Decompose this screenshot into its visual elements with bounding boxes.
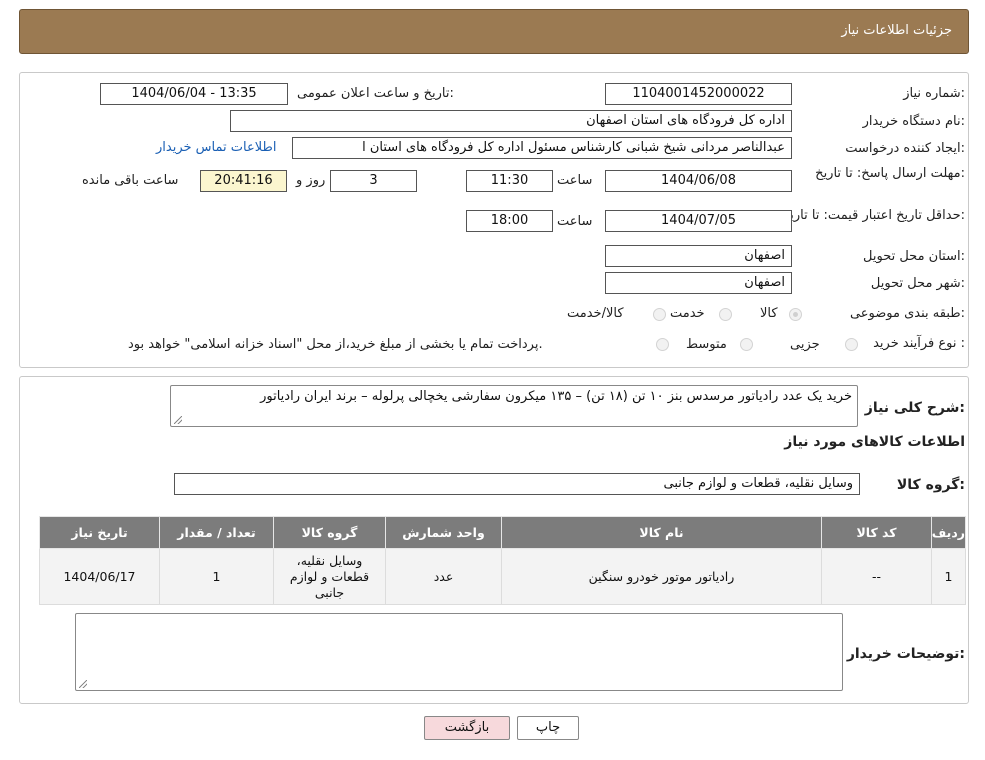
- requester-field: عبدالناصر مردانی شیخ شبانی کارشناس مسئول…: [292, 137, 792, 159]
- resize-grip-icon[interactable]: [79, 680, 87, 688]
- need-number-label: شماره نیاز:: [903, 86, 965, 101]
- cell-row-number: 1: [931, 548, 966, 605]
- category-label: طبقه بندی موضوعی:: [849, 306, 965, 321]
- contact-info-link[interactable]: اطلاعات تماس خریدار: [156, 140, 276, 155]
- category-option-goods: کالا: [760, 306, 778, 321]
- description-text: خرید یک عدد رادیاتور مرسدس بنز ۱۰ تن (۱۸…: [260, 389, 852, 404]
- col-header-name: نام کالا: [501, 516, 822, 549]
- announce-field: 1404/06/04 - 13:35: [100, 83, 288, 105]
- category-radio-both[interactable]: [653, 308, 666, 321]
- col-header-date: تاریخ نیاز: [39, 516, 160, 549]
- buyer-org-field: اداره کل فرودگاه های استان اصفهان: [230, 110, 792, 132]
- deadline-time-field: 11:30: [466, 170, 553, 192]
- city-label: شهر محل تحویل:: [870, 276, 965, 291]
- description-field: خرید یک عدد رادیاتور مرسدس بنز ۱۰ تن (۱۸…: [170, 385, 858, 427]
- days-field: 3: [330, 170, 417, 192]
- resize-grip-icon[interactable]: [174, 416, 182, 424]
- cell-group: وسایل نقلیه، قطعات و لوازم جانبی: [273, 548, 386, 605]
- deadline-date-field: 1404/06/08: [605, 170, 792, 192]
- remaining-label: ساعت باقی مانده: [82, 173, 179, 188]
- deadline-label: مهلت ارسال پاسخ: تا تاریخ:: [815, 166, 965, 181]
- cell-unit: عدد: [385, 548, 502, 605]
- city-field: اصفهان: [605, 272, 792, 294]
- goods-table-wrap: ردیف کد کالا نام کالا واحد شمارش گروه کا…: [39, 516, 966, 605]
- category-radio-service[interactable]: [719, 308, 732, 321]
- days-label: روز و: [296, 173, 326, 188]
- cell-quantity: 1: [159, 548, 274, 605]
- purchase-note: پرداخت تمام یا بخشی از مبلغ خرید،از محل …: [128, 337, 543, 352]
- category-option-both: کالا/خدمت: [567, 306, 624, 321]
- col-header-group: گروه کالا: [273, 516, 386, 549]
- col-header-code: کد کالا: [821, 516, 932, 549]
- buyer-notes-label: توضیحات خریدار:: [846, 646, 965, 662]
- purchase-option-medium: متوسط: [686, 337, 727, 352]
- purchase-radio-medium[interactable]: [740, 338, 753, 351]
- goods-group-label: گروه کالا:: [896, 477, 965, 493]
- buyer-notes-field[interactable]: [75, 613, 843, 691]
- goods-table: ردیف کد کالا نام کالا واحد شمارش گروه کا…: [39, 516, 966, 605]
- table-header-row: ردیف کد کالا نام کالا واحد شمارش گروه کا…: [39, 516, 966, 549]
- validity-date-field: 1404/07/05: [605, 210, 792, 232]
- page-title: جزئیات اطلاعات نیاز: [841, 23, 952, 38]
- col-header-quantity: تعداد / مقدار: [159, 516, 274, 549]
- province-field: اصفهان: [605, 245, 792, 267]
- purchase-radio-minor[interactable]: [845, 338, 858, 351]
- purchase-radio-treasury[interactable]: [656, 338, 669, 351]
- col-header-unit: واحد شمارش: [385, 516, 502, 549]
- validity-time-label: ساعت: [557, 214, 593, 229]
- back-button[interactable]: بازگشت: [424, 716, 510, 740]
- deadline-time-label: ساعت: [557, 173, 593, 188]
- cell-code: --: [821, 548, 932, 605]
- category-radio-goods[interactable]: [789, 308, 802, 321]
- validity-label: حداقل تاریخ اعتبار قیمت: تا تاریخ:: [781, 208, 965, 223]
- need-number-field: 1104001452000022: [605, 83, 792, 105]
- remaining-time-field: 20:41:16: [200, 170, 287, 192]
- purchase-option-minor: جزیی: [790, 337, 820, 352]
- description-label: شرح کلی نیاز:: [864, 400, 965, 416]
- table-row: 1 -- رادیاتور موتور خودرو سنگین عدد وسای…: [39, 548, 966, 605]
- cell-name: رادیاتور موتور خودرو سنگین: [501, 548, 822, 605]
- cell-date: 1404/06/17: [39, 548, 160, 605]
- purchase-type-label: نوع فرآیند خرید :: [873, 336, 965, 351]
- validity-time-field: 18:00: [466, 210, 553, 232]
- buyer-org-label: نام دستگاه خریدار:: [862, 114, 965, 129]
- category-option-service: خدمت: [670, 306, 705, 321]
- goods-info-title: اطلاعات کالاهای مورد نیاز: [784, 434, 965, 450]
- page-header: جزئیات اطلاعات نیاز: [19, 9, 969, 54]
- goods-group-field: وسایل نقلیه، قطعات و لوازم جانبی: [174, 473, 860, 495]
- announce-label: تاریخ و ساعت اعلان عمومی:: [297, 86, 454, 101]
- province-label: استان محل تحویل:: [863, 249, 965, 264]
- print-button[interactable]: چاپ: [517, 716, 579, 740]
- requester-label: ایجاد کننده درخواست:: [845, 141, 965, 156]
- col-header-row-number: ردیف: [931, 516, 966, 549]
